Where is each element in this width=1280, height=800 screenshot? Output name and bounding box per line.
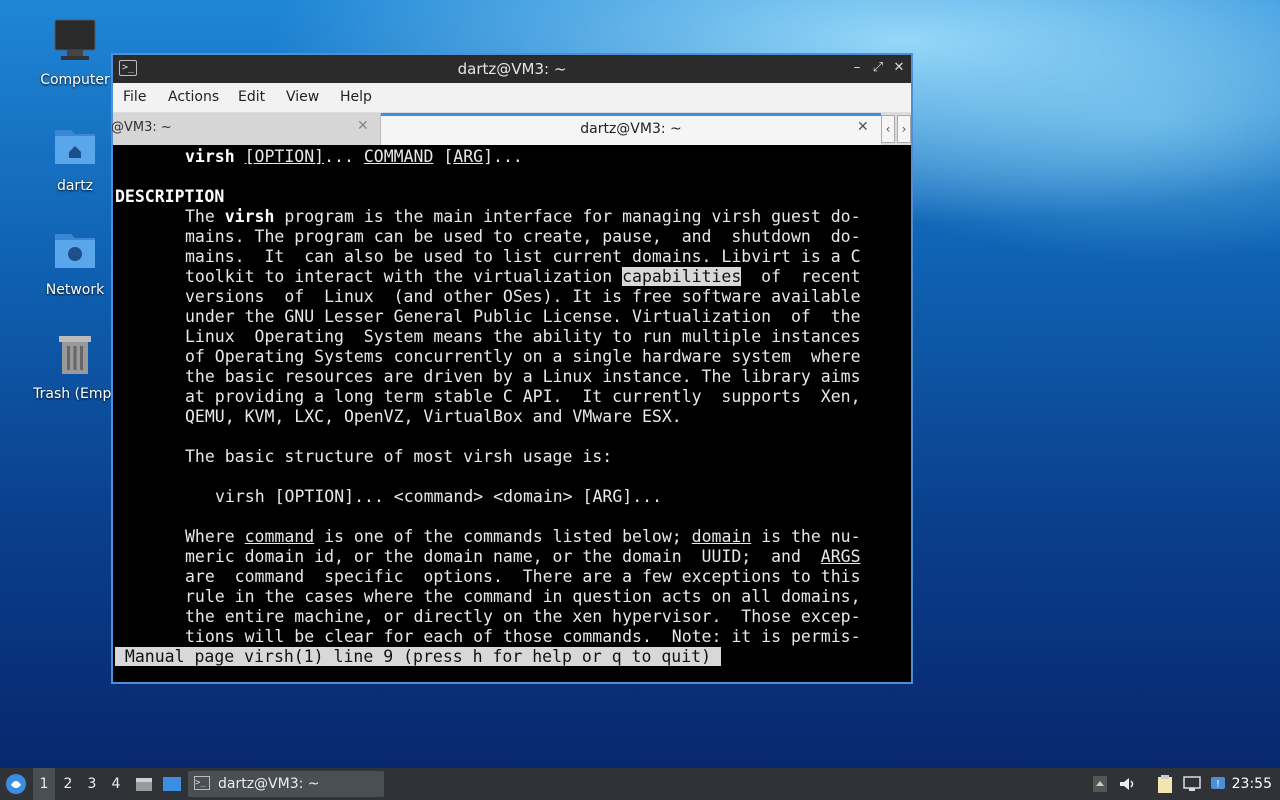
terminal-icon: >_ bbox=[194, 776, 210, 790]
section-heading: DESCRIPTION bbox=[115, 187, 225, 206]
text-line: toolkit to interact with the virtualizat… bbox=[185, 267, 861, 287]
text-line: at providing a long term stable C API. I… bbox=[185, 387, 861, 406]
synopsis-cmd: virsh bbox=[185, 147, 235, 166]
synopsis-arg: ARG bbox=[453, 147, 484, 166]
tab-bar: @VM3: ~ ✕ dartz@VM3: ~ ✕ ‹ › bbox=[111, 113, 911, 145]
text-line: Where command is one of the commands lis… bbox=[185, 527, 861, 547]
text-line: are command specific options. There are … bbox=[185, 567, 861, 586]
volume-icon[interactable] bbox=[1118, 775, 1136, 793]
menu-help[interactable]: Help bbox=[340, 89, 372, 105]
tab-label: dartz@VM3: ~ bbox=[580, 121, 682, 137]
network-folder-icon bbox=[55, 234, 95, 268]
file-manager-icon[interactable] bbox=[135, 775, 153, 793]
tab-label: @VM3: ~ bbox=[111, 120, 172, 135]
text-line: the entire machine, or directly on the x… bbox=[185, 607, 861, 626]
maximize-button[interactable]: ⤢ bbox=[869, 59, 887, 77]
monitor-icon bbox=[54, 19, 96, 60]
text-line: Linux Operating System means the ability… bbox=[185, 327, 861, 346]
window-titlebar[interactable]: >_ dartz@VM3: ~ – ⤢ ✕ bbox=[113, 55, 911, 83]
text-line: virsh [OPTION]... <command> <domain> [AR… bbox=[215, 487, 663, 506]
pager-status: Manual page virsh(1) line 9 (press h for… bbox=[115, 647, 721, 666]
synopsis-dots: ... bbox=[324, 147, 364, 166]
text-span: The bbox=[185, 207, 225, 226]
clock[interactable]: 23:55 bbox=[1232, 768, 1272, 800]
taskbar-window-terminal[interactable]: >_ dartz@VM3: ~ bbox=[188, 771, 384, 797]
text-span: of recent bbox=[741, 267, 861, 286]
window-title: dartz@VM3: ~ bbox=[457, 60, 567, 78]
text-line: mains. The program can be used to create… bbox=[185, 227, 861, 246]
text-line: meric domain id, or the domain name, or … bbox=[185, 547, 861, 567]
text-span: is one of the commands listed below; bbox=[314, 527, 692, 546]
workspace-1[interactable]: 1 bbox=[33, 768, 55, 800]
highlighted-word: capabilities bbox=[622, 267, 742, 286]
workspace-3[interactable]: 3 bbox=[81, 768, 103, 800]
synopsis-command: COMMAND bbox=[363, 147, 434, 166]
text-span: toolkit to interact with the virtualizat… bbox=[185, 267, 623, 286]
text-line: versions of Linux (and other OSes). It i… bbox=[185, 287, 861, 306]
close-button[interactable]: ✕ bbox=[890, 59, 908, 77]
menu-view[interactable]: View bbox=[286, 89, 319, 105]
text-line: rule in the cases where the command in q… bbox=[185, 587, 861, 606]
synopsis-option: [OPTION] bbox=[244, 147, 325, 166]
tray-arrow-icon[interactable] bbox=[1092, 775, 1108, 793]
tab-inactive[interactable]: @VM3: ~ ✕ bbox=[111, 113, 381, 145]
show-desktop-icon[interactable] bbox=[162, 775, 182, 793]
text-span: is the nu- bbox=[751, 527, 861, 546]
underlined-term: command bbox=[244, 527, 315, 546]
menu-bar: File Actions Edit View Help bbox=[113, 83, 911, 113]
terminal-window: >_ dartz@VM3: ~ – ⤢ ✕ File Actions Edit … bbox=[111, 53, 913, 684]
text-line: the basic resources are driven by a Linu… bbox=[185, 367, 861, 386]
text-span: Where bbox=[185, 527, 245, 546]
taskbar: 1 2 3 4 >_ dartz@VM3: ~ ! 23:55 bbox=[0, 768, 1280, 800]
menu-edit[interactable]: Edit bbox=[238, 89, 265, 105]
text-line: under the GNU Lesser General Public Lice… bbox=[185, 307, 861, 326]
workspace-2[interactable]: 2 bbox=[57, 768, 79, 800]
underlined-term: ARGS bbox=[820, 547, 861, 566]
menu-file[interactable]: File bbox=[123, 89, 146, 105]
text-line: mains. It can also be used to list curre… bbox=[185, 247, 861, 266]
workspace-4[interactable]: 4 bbox=[105, 768, 127, 800]
tab-close-icon[interactable]: ✕ bbox=[857, 119, 869, 135]
text-line: of Operating Systems concurrently on a s… bbox=[185, 347, 861, 366]
text-line: tions will be clear for each of those co… bbox=[185, 627, 861, 646]
text-line: QEMU, KVM, LXC, OpenVZ, VirtualBox and V… bbox=[185, 407, 682, 426]
synopsis-bracket: [ bbox=[433, 147, 454, 166]
clipboard-icon[interactable] bbox=[1156, 774, 1174, 794]
text-line: The basic structure of most virsh usage … bbox=[185, 447, 613, 466]
taskbar-window-label: dartz@VM3: ~ bbox=[218, 776, 320, 792]
text-line: The virsh program is the main interface … bbox=[185, 207, 861, 227]
synopsis-end: ]... bbox=[483, 147, 523, 166]
underlined-term: domain bbox=[691, 527, 752, 546]
tab-active[interactable]: dartz@VM3: ~ ✕ bbox=[381, 113, 881, 145]
trash-icon bbox=[59, 336, 91, 374]
svg-text:!: ! bbox=[1216, 779, 1220, 790]
text-span: meric domain id, or the domain name, or … bbox=[185, 547, 821, 566]
start-menu-icon[interactable] bbox=[5, 773, 27, 795]
network-icon[interactable] bbox=[1182, 775, 1202, 793]
text-span: program is the main interface for managi… bbox=[274, 207, 861, 226]
synopsis-line: virsh [OPTION]... COMMAND [ARG]... bbox=[185, 147, 523, 167]
menu-actions[interactable]: Actions bbox=[168, 89, 219, 105]
tab-next-button[interactable]: › bbox=[897, 115, 911, 143]
updates-notification-icon[interactable]: ! bbox=[1208, 773, 1228, 793]
minimize-button[interactable]: – bbox=[848, 59, 866, 77]
tab-prev-button[interactable]: ‹ bbox=[881, 115, 895, 143]
home-folder-icon bbox=[55, 130, 95, 164]
tab-close-icon[interactable]: ✕ bbox=[357, 118, 369, 134]
terminal-output[interactable]: virsh [OPTION]... COMMAND [ARG]... DESCR… bbox=[113, 147, 911, 682]
pager-status-line: Manual page virsh(1) line 9 (press h for… bbox=[115, 647, 721, 667]
bold-term: virsh bbox=[224, 207, 275, 226]
